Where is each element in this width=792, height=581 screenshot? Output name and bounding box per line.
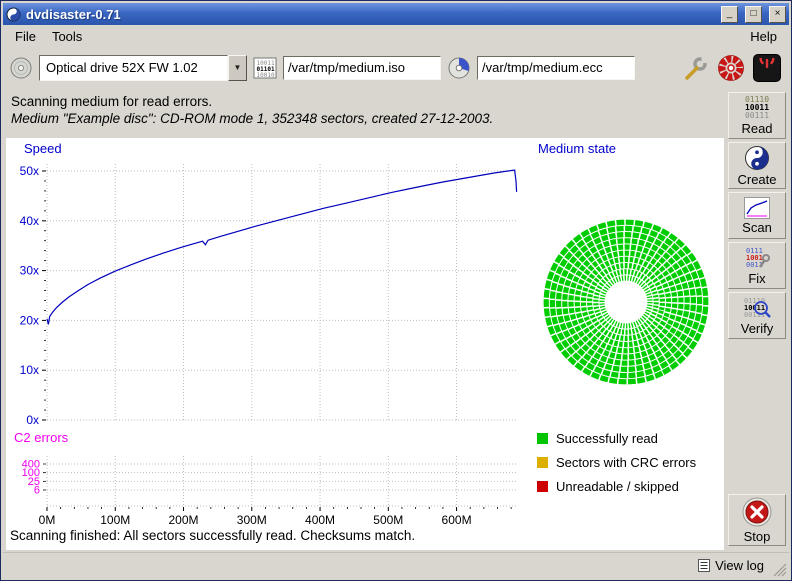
c2-errors-title: C2 errors [14, 430, 68, 445]
svg-text:00111: 00111 [744, 311, 765, 319]
medium-state-title: Medium state [538, 141, 616, 156]
scan-result-status: Scanning finished: All sectors successfu… [10, 528, 415, 543]
legend-item-unreadable: Unreadable / skipped [537, 474, 696, 498]
xtick-label: 300M [237, 513, 267, 527]
drive-select[interactable]: Optical drive 52X FW 1.02 ▼ [39, 55, 247, 81]
main-area: Scanning medium for read errors. Medium … [3, 88, 789, 552]
stop-button-label: Stop [744, 529, 771, 544]
action-sidebar: 01110 10011 00111 Read Create [725, 88, 789, 552]
verify-button[interactable]: 01110 10011 00111 Verify [728, 292, 786, 339]
wrench-icon [683, 55, 709, 81]
speed-ytick-label: 0x [26, 413, 39, 427]
preferences-button[interactable] [683, 55, 709, 81]
legend-item-success: Successfully read [537, 426, 696, 450]
titlebar[interactable]: dvdisaster-0.71 _ □ × [3, 3, 789, 25]
legend-swatch-success [537, 433, 548, 444]
speed-ytick-label: 40x [20, 214, 39, 228]
speed-ytick-label: 30x [20, 264, 39, 278]
ecc-path-input[interactable] [477, 56, 635, 80]
xtick-label: 200M [169, 513, 199, 527]
status-line-1: Scanning medium for read errors. [11, 93, 725, 110]
stop-icon [741, 496, 773, 528]
fix-tools-icon: 0111 1001 0011 [744, 246, 770, 270]
speed-curve [47, 170, 517, 324]
medium-state-legend: Successfully read Sectors with CRC error… [537, 426, 696, 498]
app-window: dvdisaster-0.71 _ □ × File Tools Help Op… [0, 0, 792, 581]
menu-file[interactable]: File [7, 27, 44, 46]
speed-chart-title: Speed [24, 141, 62, 156]
menu-tools[interactable]: Tools [44, 27, 90, 46]
legend-swatch-unreadable [537, 481, 548, 492]
scan-button[interactable]: Scan [728, 192, 786, 239]
ecc-file-icon [447, 56, 471, 80]
legend-swatch-crc [537, 457, 548, 468]
help-button[interactable] [718, 55, 744, 81]
toolbar-right [683, 54, 783, 82]
window-title: dvdisaster-0.71 [26, 7, 714, 22]
scan-button-label: Scan [742, 220, 772, 235]
verify-button-label: Verify [741, 321, 774, 336]
drive-select-value: Optical drive 52X FW 1.02 [39, 55, 228, 81]
fix-button[interactable]: 0111 1001 0011 Fix [728, 242, 786, 289]
create-button-label: Create [737, 172, 776, 187]
minimize-button[interactable]: _ [721, 6, 738, 23]
app-icon [6, 7, 21, 22]
status-heading: Scanning medium for read errors. Medium … [3, 88, 725, 138]
maximize-button[interactable]: □ [745, 6, 762, 23]
binary-read-icon: 01110 10011 00111 [745, 96, 769, 120]
log-icon [698, 559, 710, 572]
xtick-label: 400M [305, 513, 335, 527]
menu-help[interactable]: Help [742, 27, 785, 46]
yin-yang-icon [744, 145, 770, 171]
quit-button[interactable] [753, 54, 781, 82]
chevron-down-icon[interactable]: ▼ [228, 55, 247, 81]
drawing-area: 0x 10x 20x 30x 40x 50x 0M 100M 200M 300M 400M 500M 6… [6, 138, 724, 550]
statusbar: View log [3, 552, 789, 578]
create-button[interactable]: Create [728, 142, 786, 189]
speed-ytick-label: 10x [20, 363, 39, 377]
resize-grip[interactable] [774, 564, 787, 577]
xtick-label: 0M [39, 513, 56, 527]
xtick-label: 100M [100, 513, 130, 527]
close-button[interactable]: × [769, 6, 786, 23]
toolbar: Optical drive 52X FW 1.02 ▼ 10011 01101 … [3, 47, 789, 88]
c2-ytick-label: 6 [34, 485, 40, 497]
dvdisaster-disc-icon [718, 55, 744, 81]
magnifier-bits-icon: 01110 10011 00111 [743, 296, 771, 320]
status-line-2: Medium "Example disc": CD-ROM mode 1, 35… [11, 110, 725, 127]
view-log-label: View log [715, 558, 764, 573]
view-log-button[interactable]: View log [692, 556, 770, 575]
read-button[interactable]: 01110 10011 00111 Read [728, 92, 786, 139]
svg-text:10010: 10010 [257, 72, 275, 79]
speed-ytick-label: 20x [20, 313, 39, 327]
speed-ytick-label: 50x [20, 164, 39, 178]
medium-state-disc [519, 195, 724, 410]
legend-item-crc: Sectors with CRC errors [537, 450, 696, 474]
read-button-label: Read [741, 121, 772, 136]
mini-chart-icon [744, 197, 770, 219]
content-column: Scanning medium for read errors. Medium … [3, 88, 725, 552]
iso-path-input[interactable] [283, 56, 441, 80]
drive-icon [9, 56, 33, 80]
fix-button-label: Fix [748, 271, 765, 286]
stop-button[interactable]: Stop [728, 494, 786, 546]
iso-file-icon: 10011 01101 10010 [253, 57, 277, 79]
xtick-label: 600M [442, 513, 472, 527]
xtick-label: 500M [373, 513, 403, 527]
menubar: File Tools Help [3, 25, 789, 47]
power-icon [757, 58, 777, 78]
